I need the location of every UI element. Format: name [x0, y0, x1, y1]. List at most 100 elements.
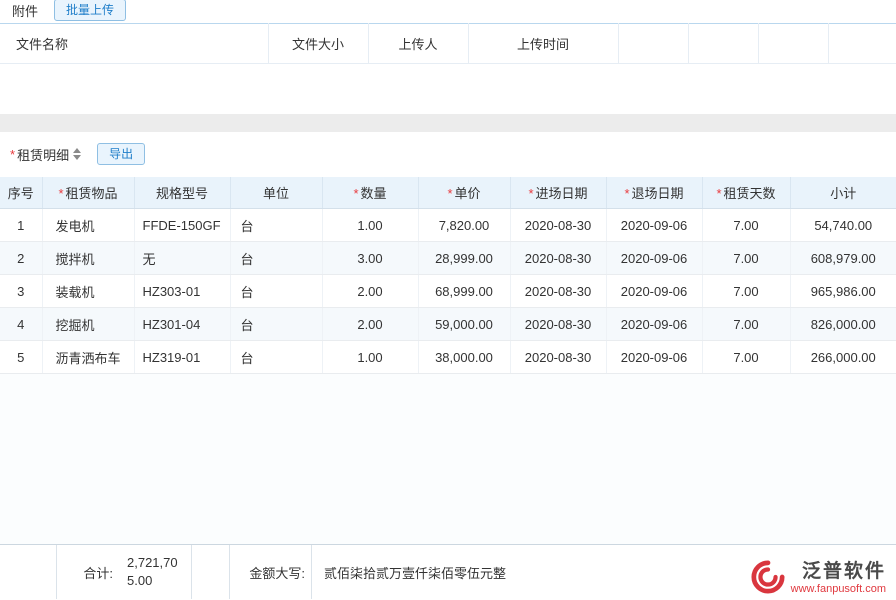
vendor-logo-text: 泛普软件: [802, 561, 886, 583]
rental-col-label: 序号: [8, 186, 34, 201]
attach-col-label: 文件大小: [292, 37, 344, 52]
table-cell: FFDE-150GF: [134, 209, 230, 242]
table-cell: 38,000.00: [418, 341, 510, 374]
rental-col-header: *单价: [418, 177, 510, 209]
table-cell: 1.00: [322, 341, 418, 374]
collapse-spinner-icon[interactable]: [73, 148, 81, 160]
swirl-logo-icon: [751, 560, 785, 597]
table-cell: 826,000.00: [790, 308, 896, 341]
table-cell: 5: [0, 341, 42, 374]
table-row: 4挖掘机HZ301-04台2.0059,000.002020-08-302020…: [0, 308, 896, 341]
table-row: 5沥青洒布车HZ319-01台1.0038,000.002020-08-3020…: [0, 341, 896, 374]
table-cell: 7.00: [702, 275, 790, 308]
rental-col-header: 规格型号: [134, 177, 230, 209]
attach-col-label: 文件名称: [16, 37, 68, 52]
table-cell: 2020-08-30: [510, 275, 606, 308]
table-cell: 59,000.00: [418, 308, 510, 341]
attach-col-header: 文件大小: [268, 24, 368, 64]
table-cell: 28,999.00: [418, 242, 510, 275]
table-row: 1发电机FFDE-150GF台1.007,820.002020-08-30202…: [0, 209, 896, 242]
vendor-logo-url: www.fanpusoft.com: [791, 583, 886, 596]
table-cell: 608,979.00: [790, 242, 896, 275]
batch-upload-button[interactable]: 批量上传: [54, 0, 126, 21]
table-cell: 台: [230, 308, 322, 341]
required-asterisk: *: [716, 186, 721, 201]
table-cell: 台: [230, 209, 322, 242]
export-button[interactable]: 导出: [97, 143, 145, 165]
rental-section-bar: * 租赁明细 导出: [0, 132, 896, 177]
rental-col-header: *租赁天数: [702, 177, 790, 209]
attachments-header-row: 文件名称文件大小上传人上传时间: [0, 24, 896, 64]
table-cell: HZ303-01: [134, 275, 230, 308]
rental-col-header: 序号: [0, 177, 42, 209]
table-cell: 2020-09-06: [606, 209, 702, 242]
table-cell: 7.00: [702, 308, 790, 341]
table-cell: 54,740.00: [790, 209, 896, 242]
table-cell: 2020-09-06: [606, 341, 702, 374]
rental-col-label: 单价: [455, 186, 481, 201]
rental-col-label: 退场日期: [632, 186, 684, 201]
table-cell: 3: [0, 275, 42, 308]
table-cell: HZ301-04: [134, 308, 230, 341]
table-cell: 7.00: [702, 209, 790, 242]
required-asterisk: *: [624, 186, 629, 201]
rental-table-empty-area: [0, 374, 896, 544]
amount-words-label: 金额大写:: [230, 545, 312, 599]
table-cell: 台: [230, 242, 322, 275]
table-cell: 台: [230, 341, 322, 374]
table-cell: 2020-08-30: [510, 308, 606, 341]
table-cell: 4: [0, 308, 42, 341]
table-cell: 2020-08-30: [510, 341, 606, 374]
summary-spacer: [0, 545, 57, 599]
required-asterisk: *: [58, 186, 63, 201]
total-label: 合计:: [57, 545, 118, 599]
table-cell: 2.00: [322, 275, 418, 308]
table-cell: 2020-08-30: [510, 209, 606, 242]
table-cell: 266,000.00: [790, 341, 896, 374]
attach-col-header: 文件名称: [0, 24, 268, 64]
rental-section-title: 租赁明细: [17, 145, 69, 164]
rental-col-header: 单位: [230, 177, 322, 209]
table-cell: 68,999.00: [418, 275, 510, 308]
required-asterisk: *: [528, 186, 533, 201]
attach-col-header: 上传人: [368, 24, 468, 64]
table-cell: 2020-09-06: [606, 308, 702, 341]
attach-col-label: 上传人: [398, 37, 437, 52]
attach-col-header-empty: [618, 24, 688, 64]
rental-col-header: *进场日期: [510, 177, 606, 209]
table-row: 3装载机HZ303-01台2.0068,999.002020-08-302020…: [0, 275, 896, 308]
required-asterisk: *: [353, 186, 358, 201]
table-cell: 2020-08-30: [510, 242, 606, 275]
table-cell: 无: [134, 242, 230, 275]
table-cell: 1: [0, 209, 42, 242]
tab-attachments[interactable]: 附件: [12, 1, 38, 22]
attachments-toolbar: 附件 批量上传: [0, 0, 896, 23]
table-cell: 2020-09-06: [606, 242, 702, 275]
vendor-logo: 泛普软件 www.fanpusoft.com: [751, 560, 886, 597]
rental-col-label: 租赁物品: [66, 186, 118, 201]
rental-col-label: 租赁天数: [724, 186, 776, 201]
summary-spacer: [192, 545, 230, 599]
attachments-empty-body: [0, 64, 896, 114]
attach-col-header-empty: [828, 24, 896, 64]
table-cell: 2020-09-06: [606, 275, 702, 308]
rental-col-label: 单位: [263, 186, 289, 201]
rental-col-header: *退场日期: [606, 177, 702, 209]
rental-col-header: *数量: [322, 177, 418, 209]
rental-table: 序号*租赁物品规格型号单位*数量*单价*进场日期*退场日期*租赁天数小计 1发电…: [0, 177, 896, 375]
required-asterisk: *: [10, 147, 15, 162]
rental-header-row: 序号*租赁物品规格型号单位*数量*单价*进场日期*退场日期*租赁天数小计: [0, 177, 896, 209]
required-asterisk: *: [447, 186, 452, 201]
total-value: 2,721,705.00: [118, 545, 192, 599]
attachments-table: 文件名称文件大小上传人上传时间: [0, 23, 896, 114]
table-cell: 965,986.00: [790, 275, 896, 308]
attach-col-header-empty: [758, 24, 828, 64]
rental-col-label: 规格型号: [156, 186, 208, 201]
table-cell: 挖掘机: [42, 308, 134, 341]
table-cell: 台: [230, 275, 322, 308]
table-cell: 3.00: [322, 242, 418, 275]
table-cell: 发电机: [42, 209, 134, 242]
table-cell: 1.00: [322, 209, 418, 242]
rental-col-header: *租赁物品: [42, 177, 134, 209]
section-separator: [0, 114, 896, 132]
